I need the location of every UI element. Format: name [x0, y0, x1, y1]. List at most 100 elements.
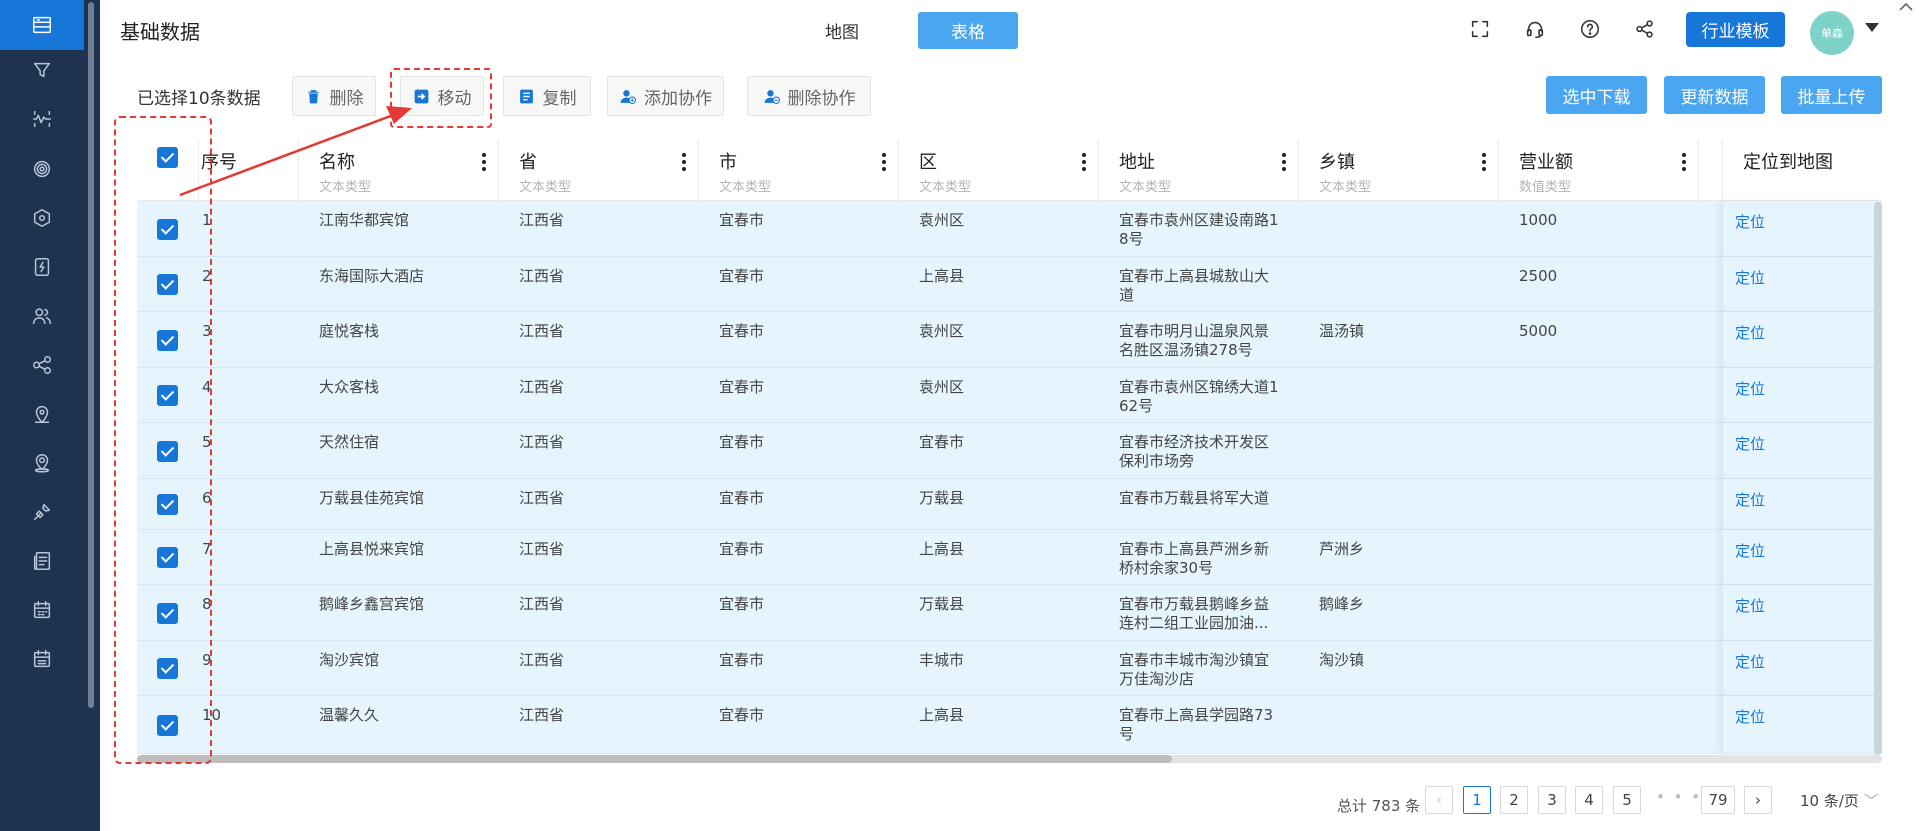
cell-address: 宜春市明月山温泉风景 名胜区温汤镇278号	[1119, 322, 1269, 360]
locate-link[interactable]: 定位	[1735, 651, 1765, 672]
cell-name: 天然住宿	[319, 433, 380, 451]
pagination-page-5[interactable]: 5	[1613, 786, 1641, 814]
download-selected-button[interactable]: 选中下载	[1546, 76, 1647, 114]
tab-map-view[interactable]: 地图	[812, 14, 872, 46]
support-button[interactable]	[1520, 14, 1550, 44]
locate-link[interactable]: 定位	[1735, 211, 1765, 232]
vertical-scrollbar[interactable]	[1874, 202, 1882, 755]
cell-address: 宜春市袁州区锦绣大道1 62号	[1119, 378, 1279, 416]
cell-city: 宜春市	[719, 322, 765, 340]
table-row[interactable]: 4 大众客栈 江西省 宜春市 袁州区 宜春市袁州区锦绣大道1 62号	[137, 368, 1882, 423]
update-data-button[interactable]: 更新数据	[1664, 76, 1765, 114]
add-collaboration-button[interactable]: 添加协作	[607, 76, 724, 116]
pagination-next-button[interactable]: ›	[1744, 786, 1772, 814]
table-row[interactable]: 9 淘沙宾馆 江西省 宜春市 丰城市 淘沙镇 宜春市丰城市淘沙镇宜 万佳淘沙店	[137, 641, 1882, 696]
column-header-city[interactable]: 市 文本类型	[699, 140, 899, 201]
horizontal-scrollbar-thumb[interactable]	[137, 755, 1172, 763]
tab-table-view[interactable]: 表格	[918, 12, 1018, 49]
more-vertical-icon[interactable]	[876, 150, 892, 176]
share-button[interactable]	[1630, 14, 1660, 44]
chevron-up-icon[interactable]	[1896, 0, 1916, 14]
remove-collaboration-button[interactable]: 删除协作	[747, 76, 871, 116]
sidebar-item-poi[interactable]	[0, 438, 84, 488]
more-vertical-icon[interactable]	[1676, 150, 1692, 176]
cell-name: 江南华都宾馆	[319, 211, 410, 229]
cell-city: 宜春市	[719, 706, 765, 724]
industry-template-button[interactable]: 行业模板	[1686, 12, 1785, 47]
more-vertical-icon[interactable]	[1076, 150, 1092, 176]
column-header-town[interactable]: 乡镇 文本类型	[1299, 140, 1499, 201]
help-button[interactable]	[1575, 14, 1605, 44]
pagination-last-page[interactable]: 79	[1701, 786, 1735, 814]
locate-link[interactable]: 定位	[1735, 489, 1765, 510]
cell-name: 鹅峰乡鑫宫宾馆	[319, 595, 425, 613]
cell-address-line2: 号	[1119, 725, 1135, 743]
more-vertical-icon[interactable]	[1476, 150, 1492, 176]
cell-city: 宜春市	[719, 489, 765, 507]
remove-collaboration-label: 删除协作	[787, 88, 856, 109]
fullscreen-button[interactable]	[1465, 14, 1495, 44]
locate-link[interactable]: 定位	[1735, 267, 1765, 288]
table-row[interactable]: 6 万载县佳苑宾馆 江西省 宜春市 万载县 宜春市万载县将军大道	[137, 479, 1882, 530]
table-row[interactable]: 3 庭悦客栈 江西省 宜春市 袁州区 温汤镇 5000 宜春市明月山温泉风景 名胜区温汤镇278…	[137, 312, 1882, 368]
sidebar-item-region[interactable]	[0, 193, 84, 243]
sidebar-item-analysis[interactable]	[0, 94, 84, 144]
sidebar-item-users[interactable]	[0, 291, 84, 341]
pagination-page-4[interactable]: 4	[1575, 786, 1603, 814]
users-icon	[33, 308, 51, 325]
table-row[interactable]: 8 鹅峰乡鑫宫宾馆 江西省 宜春市 万载县 鹅峰乡 宜春市万载县鹅峰乡益 连村二组工业园加油.…	[137, 585, 1882, 641]
locate-link[interactable]: 定位	[1735, 433, 1765, 454]
database-icon	[33, 16, 51, 34]
more-vertical-icon[interactable]	[676, 150, 692, 176]
cell-dist: 上高县	[919, 706, 965, 724]
table-row[interactable]: 10 温馨久久 江西省 宜春市 上高县 宜春市上高县学园路73 号	[137, 696, 1882, 754]
cell-address-line1: 宜春市袁州区锦绣大道1	[1119, 378, 1279, 396]
more-vertical-icon[interactable]	[1276, 150, 1292, 176]
sidebar-item-energy[interactable]	[0, 242, 84, 292]
column-header-district[interactable]: 区 文本类型	[899, 140, 1099, 201]
more-vertical-icon[interactable]	[476, 150, 492, 176]
sidebar-scrollbar[interactable]	[88, 2, 94, 708]
column-header-index[interactable]: 序号	[199, 140, 299, 201]
sidebar-item-share[interactable]	[0, 340, 84, 390]
pagination-page-2[interactable]: 2	[1500, 786, 1528, 814]
pagination-page-3[interactable]: 3	[1538, 786, 1566, 814]
user-remove-icon	[764, 89, 780, 104]
sidebar-item-report[interactable]	[0, 536, 84, 586]
pagination-prev-button[interactable]: ‹	[1425, 786, 1453, 814]
table-row[interactable]: 2 东海国际大酒店 江西省 宜春市 上高县 2500 宜春市上高县城敖山大道	[137, 257, 1882, 312]
sidebar-item-location[interactable]	[0, 389, 84, 439]
calendar-icon	[33, 601, 51, 619]
avatar[interactable]: 单森	[1810, 11, 1854, 55]
locate-link[interactable]: 定位	[1735, 595, 1765, 616]
sidebar-item-tools[interactable]	[0, 487, 84, 537]
delete-button[interactable]: 删除	[292, 76, 376, 116]
locate-link[interactable]: 定位	[1735, 540, 1765, 561]
sidebar-item-calendar[interactable]	[0, 585, 84, 635]
cell-name: 东海国际大酒店	[319, 267, 425, 285]
pagination-ellipsis[interactable]: • • •	[1656, 788, 1702, 806]
locate-link[interactable]: 定位	[1735, 706, 1765, 727]
chevron-down-icon[interactable]	[1865, 23, 1879, 32]
pagination-page-1[interactable]: 1	[1463, 786, 1491, 814]
sidebar-item-schedule[interactable]	[0, 634, 84, 684]
column-type: 文本类型	[1319, 180, 1372, 195]
map-pin-settings-icon	[34, 406, 50, 423]
sidebar-item-target[interactable]	[0, 144, 84, 194]
table-row[interactable]: 1 江南华都宾馆 江西省 宜春市 袁州区 1000 宜春市袁州区建设南路1 8号	[137, 201, 1882, 257]
table-row[interactable]: 5 天然住宿 江西省 宜春市 宜春市 宜春市经济技术开发区 保利市场旁	[137, 423, 1882, 479]
column-header-address[interactable]: 地址 文本类型	[1099, 140, 1299, 201]
page-title: 基础数据	[120, 20, 200, 44]
locate-link[interactable]: 定位	[1735, 378, 1765, 399]
table-row[interactable]: 7 上高县悦来宾馆 江西省 宜春市 上高县 芦洲乡 宜春市上高县芦洲乡新 桥村余家30号	[137, 530, 1882, 585]
column-header-revenue[interactable]: 营业额 数值类型	[1499, 140, 1699, 201]
copy-button[interactable]: 复制	[503, 76, 591, 116]
column-header-province[interactable]: 省 文本类型	[499, 140, 699, 201]
sidebar-item-data[interactable]	[0, 0, 84, 50]
locate-link[interactable]: 定位	[1735, 322, 1765, 343]
sidebar-item-filter[interactable]	[0, 45, 84, 95]
column-header-name[interactable]: 名称 文本类型	[299, 140, 499, 201]
page-size-select[interactable]: 10 条/页 ﹀	[1800, 790, 1879, 811]
cell-address-line2: 保利市场旁	[1119, 452, 1195, 470]
bulk-upload-button[interactable]: 批量上传	[1781, 76, 1882, 114]
